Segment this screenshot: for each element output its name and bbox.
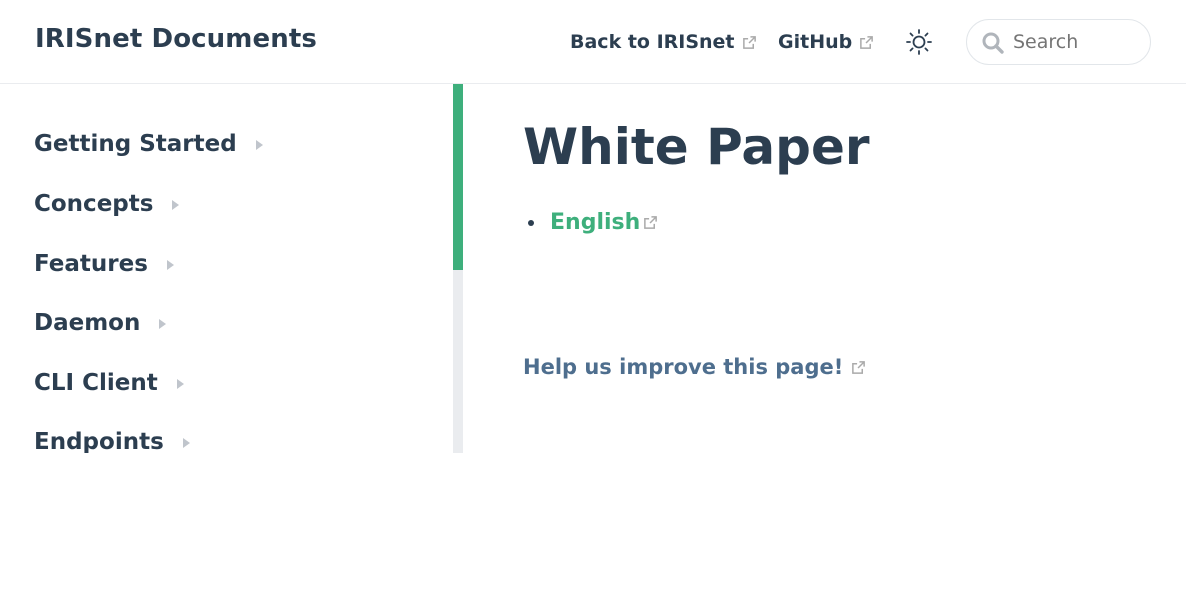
sidebar-item-concepts[interactable]: Concepts [34,191,180,217]
page-title: White Paper [523,118,870,176]
sidebar-item-label: Concepts [34,191,154,217]
sidebar-scrollbar-thumb[interactable] [453,84,463,270]
external-link-icon [644,216,658,229]
sidebar-item-label: CLI Client [34,370,158,396]
sidebar: Getting Started Concepts Features Daemon… [0,84,463,453]
chevron-right-icon [166,260,174,270]
sun-icon[interactable] [905,28,933,56]
sidebar-item-daemon[interactable]: Daemon [34,310,167,336]
sidebar-item-label: Daemon [34,310,141,336]
search-box[interactable] [966,19,1151,65]
navbar: IRISnet Documents Back to IRISnet GitHub [0,0,1186,84]
external-link-icon [852,360,866,374]
chevron-right-icon [172,200,180,210]
link-list: English [528,210,658,235]
sidebar-item-cli-client[interactable]: CLI Client [34,370,184,396]
edit-link-label: Help us improve this page! [523,355,844,379]
search-input[interactable] [1013,29,1143,55]
search-icon [982,32,1004,54]
sidebar-item-label: Getting Started [34,131,237,157]
chevron-right-icon [255,140,263,150]
nav-link-label: Back to IRISnet [570,31,735,53]
list-item: English [528,210,658,235]
sidebar-item-getting-started[interactable]: Getting Started [34,131,263,157]
nav-link-github[interactable]: GitHub [778,31,874,53]
english-link[interactable]: English [550,210,658,235]
english-link-label[interactable]: English [550,210,640,235]
sidebar-item-label: Endpoints [34,429,164,453]
chevron-right-icon [176,379,184,389]
edit-page-link[interactable]: Help us improve this page! [523,355,866,379]
sidebar-item-label: Features [34,251,148,277]
external-link-icon [742,35,756,49]
bullet [528,219,534,226]
site-name[interactable]: IRISnet Documents [35,24,317,54]
chevron-right-icon [159,319,167,329]
nav-link-back-to-irisnet[interactable]: Back to IRISnet [570,31,757,53]
sidebar-item-features[interactable]: Features [34,251,174,277]
external-link-icon [860,35,874,49]
chevron-right-icon [182,438,190,448]
sidebar-item-endpoints[interactable]: Endpoints [34,429,190,453]
nav-link-label: GitHub [778,31,853,53]
